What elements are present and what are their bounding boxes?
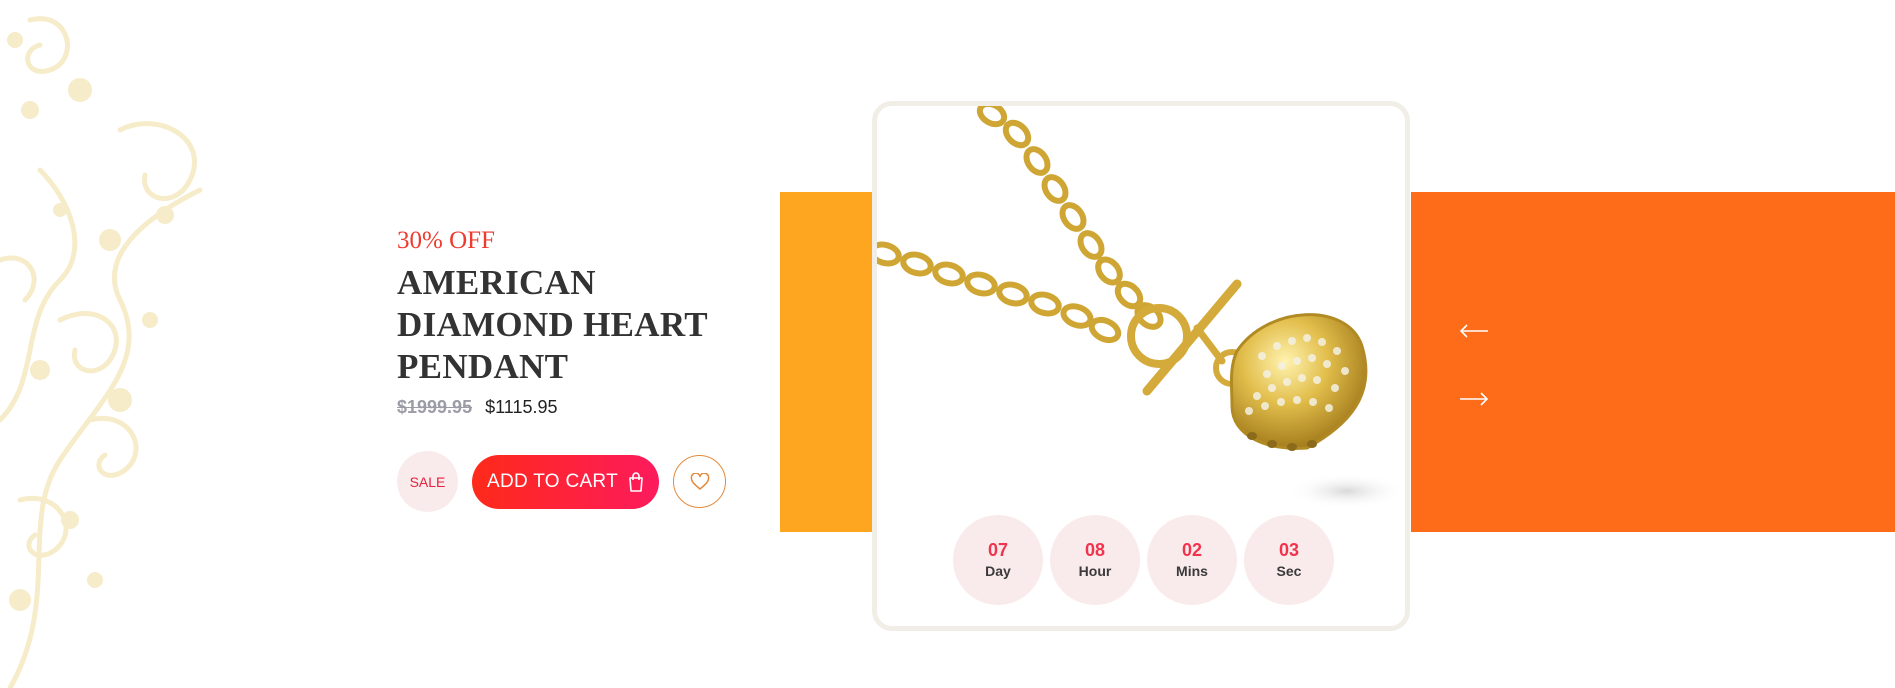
countdown-hour: 08 Hour bbox=[1050, 515, 1140, 605]
product-title-line-3: PENDANT bbox=[397, 347, 569, 386]
countdown-value: 03 bbox=[1278, 540, 1300, 560]
shopping-bag-icon bbox=[629, 471, 643, 492]
countdown-label: Hour bbox=[1078, 563, 1112, 579]
new-price: $1115.95 bbox=[485, 397, 558, 417]
countdown-label: Mins bbox=[1176, 563, 1208, 579]
countdown-label: Day bbox=[985, 563, 1011, 579]
accent-block-left bbox=[780, 192, 872, 532]
product-actions: SALE ADD TO CART bbox=[397, 451, 726, 512]
countdown-value: 02 bbox=[1181, 540, 1203, 560]
slider-next-button[interactable] bbox=[1458, 389, 1490, 409]
product-image[interactable] bbox=[877, 106, 1405, 516]
countdown-value: 08 bbox=[1084, 540, 1106, 560]
floral-ornament bbox=[0, 16, 203, 688]
accent-block-right bbox=[1411, 192, 1895, 532]
arrow-left-icon bbox=[1459, 324, 1488, 338]
countdown-value: 07 bbox=[987, 540, 1009, 560]
discount-label: 30% OFF bbox=[397, 227, 495, 254]
product-title: AMERICAN DIAMOND HEART PENDANT bbox=[397, 262, 757, 388]
countdown-label: Sec bbox=[1276, 563, 1302, 579]
sale-badge: SALE bbox=[397, 451, 458, 512]
product-title-line-1: AMERICAN bbox=[397, 263, 596, 302]
arrow-right-icon bbox=[1460, 392, 1489, 406]
price-row: $1999.95 $1115.95 bbox=[397, 396, 757, 418]
heart-icon bbox=[690, 472, 709, 490]
wishlist-button[interactable] bbox=[673, 455, 726, 508]
old-price: $1999.95 bbox=[397, 397, 473, 417]
countdown-sec: 03 Sec bbox=[1244, 515, 1334, 605]
slider-prev-button[interactable] bbox=[1458, 321, 1490, 341]
add-to-cart-button[interactable]: ADD TO CART bbox=[472, 454, 659, 509]
product-title-line-2: DIAMOND HEART bbox=[397, 305, 708, 344]
countdown-mins: 02 Mins bbox=[1147, 515, 1237, 605]
countdown-day: 07 Day bbox=[953, 515, 1043, 605]
product-card: 07 Day 08 Hour 02 Mins 03 Sec bbox=[872, 101, 1410, 631]
add-to-cart-label: ADD TO CART bbox=[486, 470, 619, 492]
product-info: 30% OFF AMERICAN DIAMOND HEART PENDANT $… bbox=[397, 226, 757, 418]
countdown-timer: 07 Day 08 Hour 02 Mins 03 Sec bbox=[953, 515, 1334, 605]
